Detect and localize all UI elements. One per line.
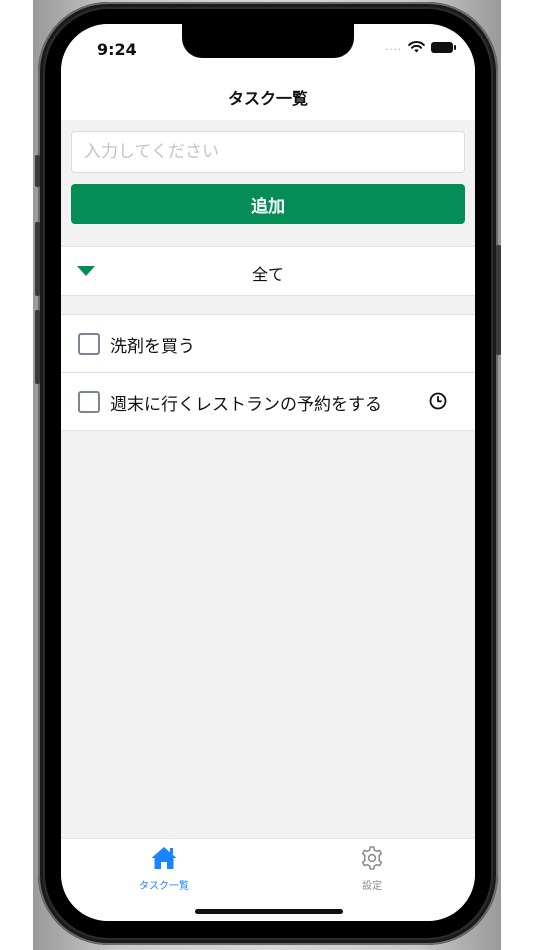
filter-selected-label: 全て — [251, 265, 284, 284]
status-time: 9:24 — [97, 40, 137, 59]
task-title: 洗剤を買う — [110, 337, 195, 357]
app-screen: 9:24 .... タスク一覧 追加 全て — [61, 24, 475, 921]
camera-notch — [182, 24, 354, 58]
device-stage: 9:24 .... タスク一覧 追加 全て — [0, 0, 534, 950]
add-button[interactable]: 追加 — [71, 184, 465, 224]
task-list: 洗剤を買う 週末に行くレストランの予約をする — [61, 314, 475, 431]
tab-bar: タスク一覧 設定 — [61, 838, 475, 921]
tab-settings[interactable]: 設定 — [312, 845, 432, 892]
task-input-wrapper — [71, 131, 465, 173]
task-row[interactable]: 洗剤を買う — [61, 315, 475, 373]
volume-down-button — [35, 310, 40, 384]
tab-task-list[interactable]: タスク一覧 — [104, 845, 224, 892]
power-button — [496, 245, 501, 355]
home-icon — [151, 847, 177, 869]
navigation-bar: タスク一覧 — [61, 74, 475, 120]
page-title: タスク一覧 — [227, 89, 308, 108]
battery-icon — [431, 41, 456, 53]
task-checkbox[interactable] — [78, 391, 100, 413]
signal-dots: .... — [385, 41, 402, 53]
wifi-icon — [408, 41, 425, 53]
task-title: 週末に行くレストランの予約をする — [110, 395, 382, 415]
tab-label: 設定 — [362, 881, 382, 892]
gear-icon — [361, 846, 383, 870]
filter-dropdown[interactable]: 全て — [61, 246, 475, 296]
clock-icon — [429, 392, 447, 410]
volume-up-button — [35, 222, 40, 296]
task-checkbox[interactable] — [78, 333, 100, 355]
home-indicator — [195, 909, 343, 914]
action-button — [35, 155, 40, 187]
tab-label: タスク一覧 — [139, 881, 189, 892]
task-row[interactable]: 週末に行くレストランの予約をする — [61, 373, 475, 431]
status-icons: .... — [385, 41, 456, 53]
task-input[interactable] — [72, 132, 464, 172]
